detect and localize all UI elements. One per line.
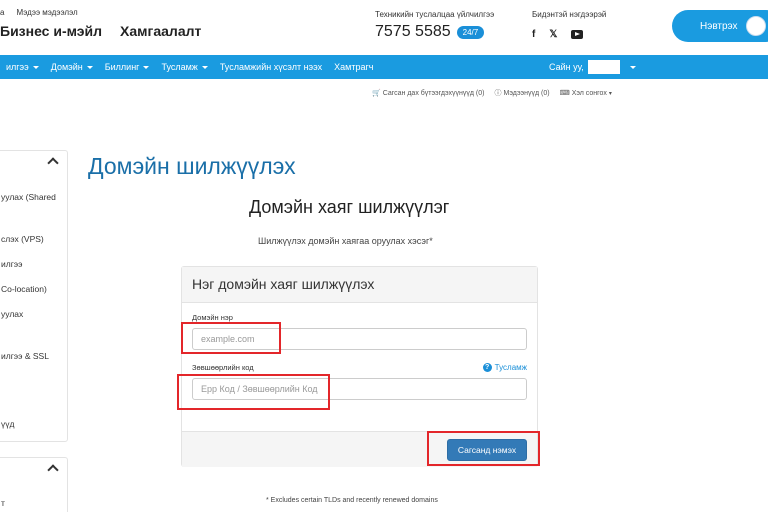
sidebar-actions: т (0, 457, 68, 512)
highlight-submit-button (427, 431, 540, 466)
nav-label: Тусламж (161, 62, 198, 72)
chevron-down-icon (32, 65, 39, 69)
footnote: * Excludes certain TLDs and recently ren… (266, 497, 438, 504)
nav-label: Хамтрагч (334, 62, 374, 72)
support-phone[interactable]: 7575 5585 (375, 23, 451, 41)
info-icon: ⓘ (494, 90, 502, 97)
chevron-up-icon[interactable] (47, 157, 59, 169)
domain-label: Домэйн нэр (192, 313, 233, 322)
top-links: а Мэдээ мэдээлэл (0, 8, 78, 17)
twitter-icon[interactable]: 𝕏 (549, 29, 557, 40)
sidebar-item-other[interactable]: үүд (1, 419, 14, 429)
chevron-down-icon (629, 65, 636, 69)
brand-links: Бизнес и-мэйл Хамгаалалт (0, 23, 201, 39)
greeting-text: Сайн уу, (549, 62, 584, 72)
support-phone-row: 7575 5585 24/7 (375, 23, 494, 41)
support-badge: 24/7 (456, 25, 485, 39)
language-label: Хэл сонгох (571, 89, 607, 97)
account-menu[interactable]: Сайн уу, (549, 55, 636, 79)
language-icon: ⌨ (559, 90, 570, 97)
sidebar-item-colocation[interactable]: Co-location) (1, 284, 47, 294)
page-title: Домэйн шилжүүлэх (88, 153, 296, 179)
section-subtitle: Шилжүүлэх домэйн хаягаа оруулах хэсэг* (258, 236, 433, 246)
nav-label: Биллинг (104, 62, 140, 72)
social-icons: f 𝕏 (532, 29, 606, 40)
sidebar-categories: уулах (Shared слэх (VPS) илгээ Co-locati… (0, 150, 68, 442)
help-label: Тусламж (494, 363, 527, 372)
nav-label: Тусламжийн хүсэлт нээх (219, 62, 323, 72)
chevron-down-icon (143, 65, 150, 69)
nav-label: Домэйн (50, 62, 83, 72)
sidebar-item-ssl[interactable]: илгээ & SSL (1, 351, 49, 361)
cart-link[interactable]: 🛒 Сагсан дах бүтээгдэхүүнүүд (0) (372, 88, 484, 98)
login-label: Нэвтрэх (700, 20, 738, 32)
sidebar-item-service[interactable]: илгээ (1, 259, 22, 269)
support-label: Техникийн туслалцаа үйлчилгээ (375, 10, 495, 19)
nav-item-open-ticket[interactable]: Тусламжийн хүсэлт нээх (214, 62, 328, 72)
chevron-down-icon: ▾ (608, 90, 612, 97)
language-link[interactable]: ⌨ Хэл сонгох ▾ (560, 88, 612, 98)
chevron-down-icon (201, 65, 208, 69)
secondary-links: 🛒 Сагсан дах бүтээгдэхүүнүүд (0) ⓘ Мэдээнү… (372, 88, 612, 98)
section-title: Домэйн хаяг шилжүүлэг (249, 197, 450, 217)
main-navbar: илгээ Домэйн Биллинг Тусламж Тусламжийн … (0, 55, 768, 79)
chevron-down-icon (86, 65, 93, 69)
sidebar-item-shared-hosting[interactable]: уулах (Shared (1, 192, 56, 202)
social-label: Бидэнтэй нэгдээрэй (532, 10, 607, 19)
sidebar-item-hosting[interactable]: уулах (1, 309, 23, 319)
login-button[interactable]: Нэвтрэх (672, 10, 768, 42)
nav-item-services[interactable]: илгээ (0, 62, 45, 72)
cart-icon: 🛒 (372, 90, 381, 97)
nav-item-domain[interactable]: Домэйн (45, 62, 99, 72)
sidebar-action-item[interactable]: т (1, 498, 5, 508)
question-icon: ? (482, 363, 492, 372)
panel-title: Нэг домэйн хаяг шилжүүлэх (182, 267, 537, 303)
help-link[interactable]: ? Тусламж (482, 363, 527, 372)
notifications-link[interactable]: ⓘ Мэдээнүүд (0) (494, 88, 549, 98)
username-box (587, 60, 620, 74)
top-link-0[interactable]: а (0, 8, 4, 17)
top-link-news[interactable]: Мэдээ мэдээлэл (16, 8, 77, 17)
business-email-link[interactable]: Бизнес и-мэйл (0, 23, 102, 39)
facebook-icon[interactable]: f (532, 29, 535, 40)
social-block: Бидэнтэй нэгдээрэй f 𝕏 (532, 10, 606, 40)
security-link[interactable]: Хамгаалалт (120, 23, 201, 39)
youtube-icon[interactable] (571, 30, 584, 39)
support-block: Техникийн туслалцаа үйлчилгээ 7575 5585 … (375, 10, 494, 41)
nav-label: илгээ (6, 62, 29, 72)
cart-label: Сагсан дах бүтээгдэхүүнүүд (0) (382, 89, 485, 97)
nav-item-partner[interactable]: Хамтрагч (328, 62, 379, 72)
chevron-up-icon[interactable] (47, 464, 59, 476)
notifications-label: Мэдээнүүд (0) (503, 89, 550, 97)
nav-item-help[interactable]: Тусламж (155, 62, 213, 72)
login-user-icon (746, 16, 766, 36)
nav-item-billing[interactable]: Биллинг (99, 62, 156, 72)
sidebar-item-vps[interactable]: слэх (VPS) (1, 234, 44, 244)
highlight-domain-input (181, 322, 281, 354)
auth-code-label: Зөвшөөрлийн код (192, 363, 254, 372)
top-header: а Мэдээ мэдээлэл Бизнес и-мэйл Хамгаалал… (0, 0, 768, 55)
highlight-auth-code-input (177, 374, 330, 410)
